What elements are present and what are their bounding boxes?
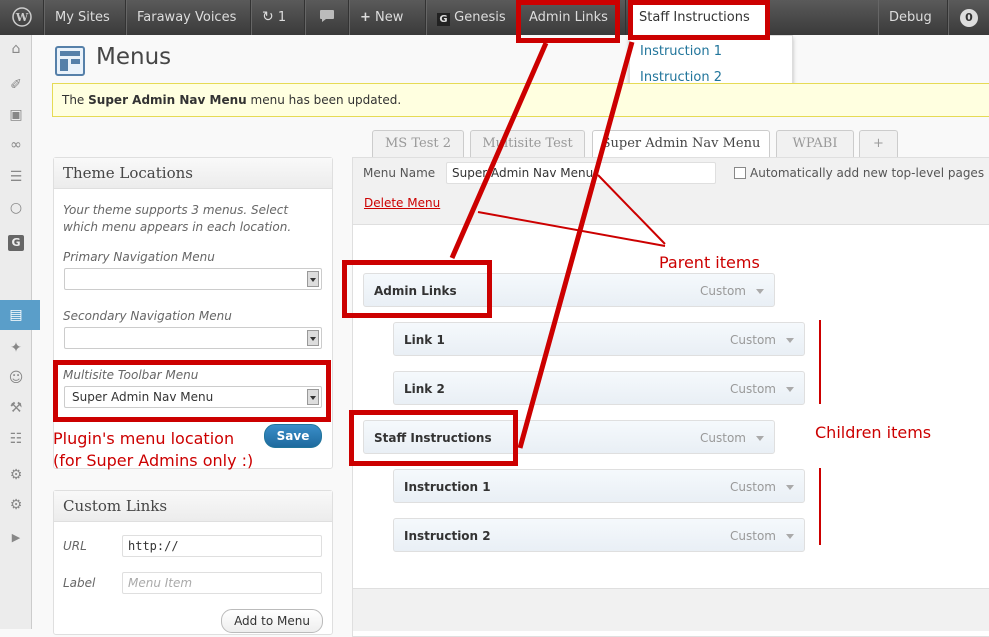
annotation-parent-items: Parent items [659,253,760,272]
annotation-plugin-location: Plugin's menu location [53,429,235,448]
annotation-lines [449,41,821,545]
annotation-super-admins: (for Super Admins only :) [53,451,254,470]
annotation-children-items: Children items [815,423,932,442]
